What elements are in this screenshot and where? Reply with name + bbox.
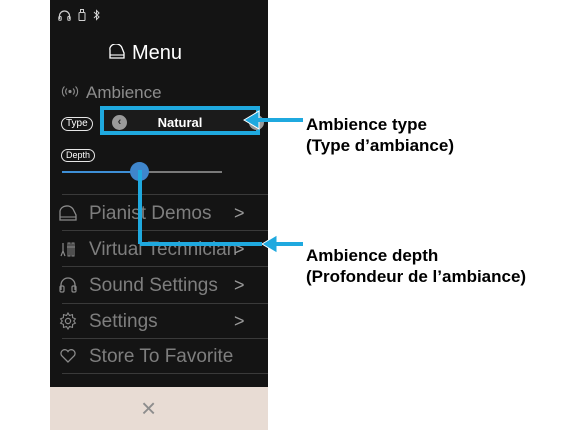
callout-ambience-depth-line1: Ambience depth xyxy=(306,246,439,265)
callout-ambience-type-line2: (Type d’ambiance) xyxy=(306,136,454,155)
callout-lines xyxy=(138,110,303,254)
callout-ambience-depth: Ambience depth (Profondeur de l’ambiance… xyxy=(306,245,526,287)
callout-ambience-type: Ambience type (Type d’ambiance) xyxy=(306,114,454,156)
callout-ambience-type-line1: Ambience type xyxy=(306,115,427,134)
callout-ambience-depth-line2: (Profondeur de l’ambiance) xyxy=(306,267,527,286)
callout-arrow-head-depth xyxy=(261,234,278,254)
callout-arrow-head-type xyxy=(243,110,260,130)
